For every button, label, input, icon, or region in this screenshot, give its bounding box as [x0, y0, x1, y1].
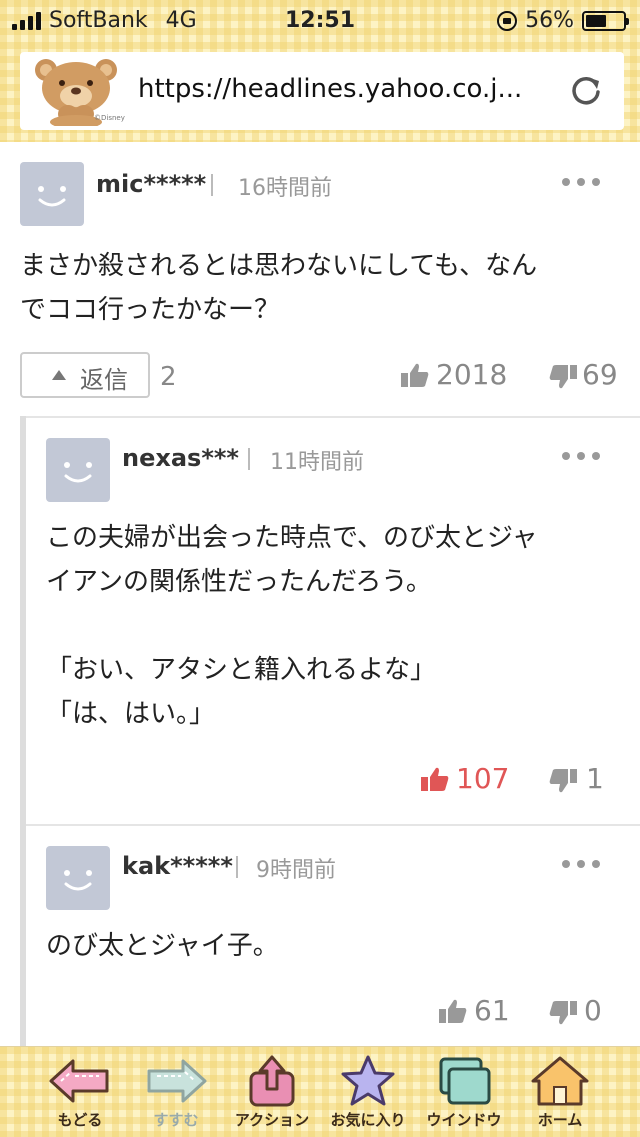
like-count: 61 — [474, 994, 510, 1027]
comment-text: まさか殺されるとは思わないにしても、なん でココ行ったかなー？ — [20, 251, 538, 325]
status-bar: SoftBank 4G 12:51 56% — [0, 0, 640, 42]
thumbs-down-icon[interactable] — [548, 1000, 578, 1026]
comment-time: 11時間前 — [270, 450, 364, 475]
thumbs-up-icon[interactable] — [420, 766, 450, 792]
comment-text: のび太とジャイ子。 — [46, 931, 279, 961]
home-label: ホーム — [537, 1111, 583, 1129]
battery-icon — [582, 10, 629, 31]
reload-icon[interactable] — [568, 72, 604, 108]
reply-label: 返信 — [80, 366, 128, 394]
dislike-count: 69 — [582, 358, 618, 391]
comment-thread[interactable]: mic***** 16時間前 まさか殺されるとは思わないにしても、なん でココ行っ… — [0, 142, 640, 1046]
avatar[interactable] — [46, 438, 110, 502]
thumbs-up-icon[interactable] — [400, 362, 430, 388]
favorites-label: お気に入り — [330, 1111, 406, 1129]
forward-button[interactable]: すすむ — [130, 1055, 222, 1135]
more-options-icon[interactable] — [560, 450, 602, 462]
window-button[interactable]: ウインドウ — [418, 1055, 510, 1135]
browser-address-bar: ©Disney https://headlines.yahoo.co.j... — [0, 42, 640, 142]
star-icon — [341, 1055, 395, 1106]
username[interactable]: nexas*** — [122, 444, 239, 472]
url-field[interactable]: ©Disney https://headlines.yahoo.co.j... — [20, 52, 624, 130]
comment-time: 9時間前 — [256, 858, 336, 883]
url-text: https://headlines.yahoo.co.j... — [138, 74, 523, 104]
divider — [26, 416, 640, 418]
action-label: アクション — [234, 1111, 310, 1129]
more-options-icon[interactable] — [560, 176, 602, 188]
forward-arrow-icon — [147, 1059, 207, 1103]
rotation-lock-icon — [497, 10, 518, 31]
reply-count: 2 — [160, 362, 177, 392]
caret-up-icon — [52, 370, 66, 380]
back-button[interactable]: もどる — [34, 1055, 126, 1135]
avatar[interactable] — [46, 846, 110, 910]
comment-text: この夫婦が出会った時点で、のび太とジャ イアンの関係性だったんだろう。 「おい、… — [46, 523, 538, 729]
dislike-count: 1 — [586, 762, 604, 795]
logo-caption: ©Disney — [94, 114, 125, 122]
favorites-button[interactable]: お気に入り — [322, 1055, 414, 1135]
username[interactable]: kak***** — [122, 852, 233, 880]
reply-button[interactable]: 返信 — [20, 352, 150, 398]
thumbs-down-icon[interactable] — [548, 364, 578, 390]
divider — [211, 174, 213, 196]
divider — [236, 856, 238, 878]
home-button[interactable]: ホーム — [514, 1055, 606, 1135]
like-count: 2018 — [436, 358, 508, 391]
comment-time: 16時間前 — [238, 176, 332, 201]
forward-label: すすむ — [153, 1111, 199, 1129]
avatar[interactable] — [20, 162, 84, 226]
window-label: ウインドウ — [426, 1111, 502, 1129]
dislike-count: 0 — [584, 994, 602, 1027]
browser-toolbar: もどる すすむ アクション お気に入り ウインドウ ホーム — [0, 1046, 640, 1137]
action-button[interactable]: アクション — [226, 1055, 318, 1135]
home-icon — [531, 1056, 589, 1106]
window-icon — [439, 1057, 491, 1105]
divider — [248, 448, 250, 470]
reply-thread-line — [20, 416, 26, 1046]
thumbs-down-icon[interactable] — [548, 768, 578, 794]
username[interactable]: mic***** — [96, 170, 206, 198]
like-count: 107 — [456, 762, 510, 795]
divider — [26, 824, 640, 826]
back-label: もどる — [57, 1111, 103, 1129]
share-icon — [249, 1055, 295, 1107]
battery-percent: 56% — [525, 8, 574, 33]
more-options-icon[interactable] — [560, 858, 602, 870]
thumbs-up-icon[interactable] — [438, 998, 468, 1024]
back-arrow-icon — [49, 1059, 109, 1103]
